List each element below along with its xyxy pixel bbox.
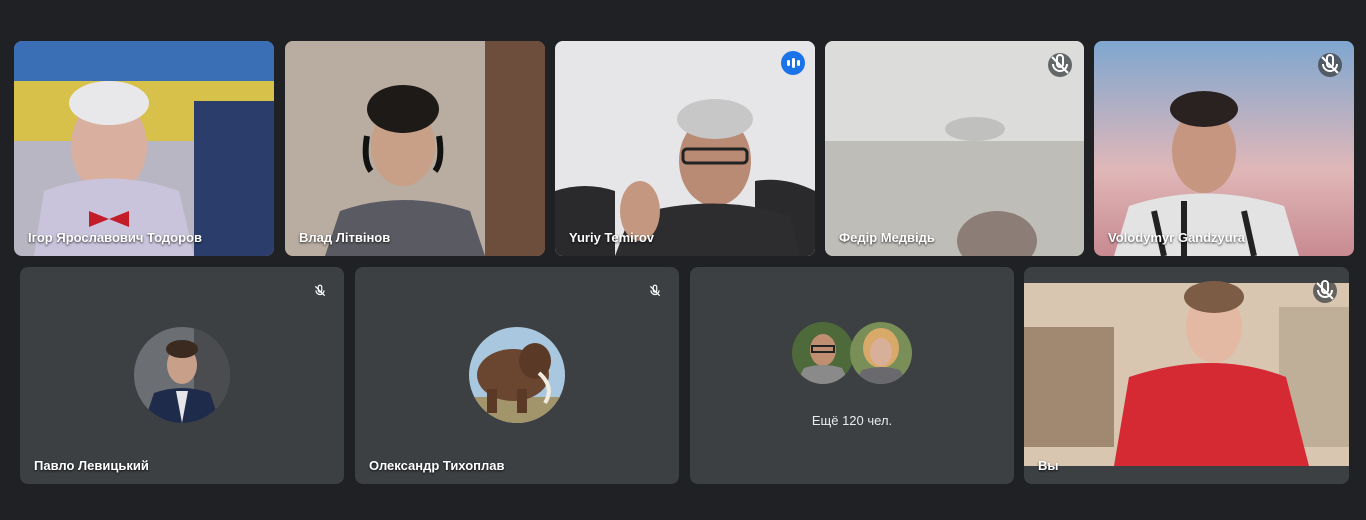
more-participants-tile[interactable]: Ещё 120 чел. xyxy=(690,267,1014,484)
participant-tile-medvid[interactable]: Федір Медвідь xyxy=(825,41,1084,256)
speaking-indicator-icon xyxy=(781,51,805,75)
participant-tile-gandzyura[interactable]: Volodymyr Gandzyura xyxy=(1094,41,1354,256)
participant-tile-litvinov[interactable]: Влад Літвінов xyxy=(285,41,545,256)
video-feed xyxy=(1094,41,1354,256)
mic-off-icon xyxy=(643,279,667,303)
avatar xyxy=(134,327,230,423)
self-view-tile[interactable]: Вы xyxy=(1024,267,1349,484)
participant-tile-todorov[interactable]: Ігор Ярославович Тодоров xyxy=(14,41,274,256)
avatar xyxy=(792,322,854,384)
participant-name: Федір Медвідь xyxy=(839,230,935,245)
participant-name: Yuriy Temirov xyxy=(569,230,655,245)
mic-off-icon xyxy=(308,279,332,303)
self-name: Вы xyxy=(1038,458,1059,473)
video-feed xyxy=(555,41,815,256)
video-feed xyxy=(825,41,1084,256)
participant-tile-tykhoplav[interactable]: Олександр Тихоплав xyxy=(355,267,679,484)
mic-off-icon xyxy=(1318,53,1342,77)
avatar xyxy=(469,327,565,423)
participant-tile-temirov[interactable]: Yuriy Temirov xyxy=(555,41,815,256)
participant-name: Влад Літвінов xyxy=(299,230,391,245)
mic-off-icon xyxy=(1313,279,1337,303)
participant-name: Volodymyr Gandzyura xyxy=(1108,230,1246,245)
mic-off-icon xyxy=(1048,53,1072,77)
avatar xyxy=(850,322,912,384)
video-feed xyxy=(285,41,545,256)
more-participants-label: Ещё 120 чел. xyxy=(811,413,893,428)
video-feed xyxy=(14,41,274,256)
participant-name: Ігор Ярославович Тодоров xyxy=(28,230,202,245)
participant-tile-levytskyi[interactable]: Павло Левицький xyxy=(20,267,344,484)
participant-name: Олександр Тихоплав xyxy=(369,458,505,473)
participant-name: Павло Левицький xyxy=(34,458,149,473)
video-feed xyxy=(1024,267,1349,484)
